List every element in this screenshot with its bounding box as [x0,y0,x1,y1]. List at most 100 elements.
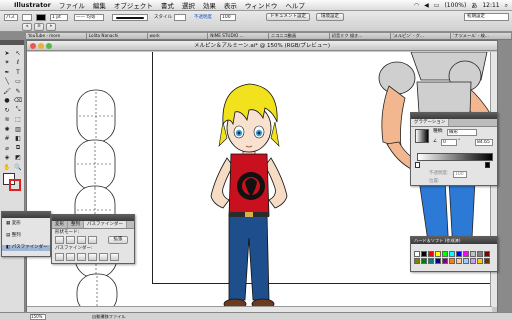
align-panel-button[interactable]: ▤ 整列 [6,233,21,239]
align-right-button[interactable]: ⫸ [46,23,56,31]
gradient-type-select[interactable]: 線形 [447,129,477,136]
color-swatch[interactable] [477,251,483,257]
menu-window[interactable]: ウィンドウ [245,0,278,10]
color-swatch[interactable] [449,258,455,264]
fill-stroke-indicator[interactable] [3,173,22,192]
rotate-tool[interactable]: ↻ [2,105,12,115]
battery-icon[interactable]: ▭ [434,2,440,9]
color-swatch[interactable] [414,251,420,257]
menu-edit[interactable]: 編集 [93,0,106,10]
browser-tab[interactable]: work [147,33,209,39]
document-title-bar[interactable]: メルピン＆アルミーン.ai* @ 150% (RGB/プレビュー) [27,41,497,51]
browser-tab[interactable]: YouTube - more [26,33,87,39]
mesh-tool[interactable]: # [2,134,12,144]
color-swatch[interactable] [428,251,434,257]
align-center-button[interactable]: ≡ [34,23,44,31]
color-swatch[interactable] [456,258,462,264]
volume-icon[interactable]: ◀ [424,2,429,9]
paintbrush-tool[interactable]: 🖌 [2,86,12,96]
color-swatch[interactable] [463,258,469,264]
input-mode-indicator[interactable]: あ [471,1,477,10]
menu-object[interactable]: オブジェクト [114,0,153,10]
unite-button[interactable] [55,236,64,244]
color-swatch[interactable] [470,251,476,257]
gradient-tool[interactable]: ◧ [13,134,23,144]
gradient-preview-swatch[interactable] [415,129,429,143]
direct-selection-tool[interactable]: ↖ [13,48,23,58]
expand-button[interactable]: 拡張 [108,236,128,244]
intersect-button[interactable] [77,236,86,244]
color-swatch[interactable] [470,258,476,264]
clock[interactable]: 12:11 [482,2,499,9]
live-paint-tool[interactable]: ◈ [2,153,12,163]
crop-button[interactable] [88,253,97,261]
body-part-outlines[interactable] [47,52,127,307]
path-selector[interactable]: パス [4,14,18,21]
graphic-style-swatch[interactable] [174,14,186,21]
gradient-angle-field[interactable]: 0 [441,139,457,146]
minimize-window-icon[interactable] [38,43,44,49]
menu-view[interactable]: 表示 [224,0,237,10]
document-setup-button[interactable]: ドキュメント設定 [266,13,310,21]
outline-button[interactable] [99,253,108,261]
merge-button[interactable] [77,253,86,261]
magic-wand-tool[interactable]: ✶ [2,58,12,68]
free-transform-tool[interactable]: ⬚ [13,115,23,125]
color-swatch[interactable] [421,251,427,257]
zoom-level-field[interactable]: 150% [30,314,46,320]
tab-transform[interactable]: 変形 [52,221,68,228]
browser-tab[interactable]: 初音ミク 描き... [329,33,391,39]
blend-tool[interactable]: ⧉ [13,143,23,153]
rectangle-tool[interactable]: ▭ [13,77,23,87]
zoom-tool[interactable]: 🔍 [13,162,23,172]
color-swatch[interactable] [414,258,420,264]
color-swatch[interactable] [449,251,455,257]
opacity-label[interactable]: 不透明度 [194,15,212,21]
wifi-icon[interactable]: ◠ [414,2,419,9]
browser-tab[interactable]: ニコニコ動画 [269,33,330,39]
fill-swatch[interactable] [22,14,32,21]
scale-tool[interactable]: ⤡ [13,105,23,115]
hand-tool[interactable]: ✋ [2,162,12,172]
brush-definition[interactable] [112,14,148,21]
tab-gradient[interactable]: グラデーション [411,119,450,126]
divide-button[interactable] [55,253,64,261]
browser-tab[interactable]: NIME STUDIO ... [208,33,269,39]
transform-panel-button[interactable]: ▦ 変形 [6,221,21,227]
eyedropper-tool[interactable]: ⌀ [2,143,12,153]
zoom-window-icon[interactable] [46,43,52,49]
gradient-location-field[interactable]: 84.65 [475,139,493,146]
align-left-button[interactable]: ⫷ [22,23,32,31]
lasso-tool[interactable]: ℓ [13,58,23,68]
color-swatch[interactable] [442,251,448,257]
selection-tool[interactable]: ➤ [2,48,12,58]
trim-button[interactable] [66,253,75,261]
pencil-tool[interactable]: ✎ [13,86,23,96]
workspace-switcher[interactable]: 初期設定 [464,13,509,21]
minus-back-button[interactable] [110,253,119,261]
browser-tab[interactable]: Lolita Nanachi [86,33,148,39]
slice-tool[interactable]: ◩ [13,153,23,163]
color-swatch[interactable] [435,258,441,264]
color-swatch[interactable] [456,251,462,257]
character-illustration[interactable] [189,68,309,307]
gradient-stop-black[interactable] [485,162,490,168]
tab-pathfinder[interactable]: パスファインダー [84,221,127,228]
eraser-tool[interactable]: ⌫ [13,96,23,106]
menu-select[interactable]: 選択 [182,0,195,10]
tools-panel-header[interactable] [0,40,24,45]
tab-align[interactable]: 整列 [68,221,84,228]
stroke-color-swatch[interactable] [9,179,21,191]
browser-tab[interactable]: 'ナツメール' - 検... [451,33,512,39]
color-swatch[interactable] [463,251,469,257]
line-tool[interactable]: ╲ [2,77,12,87]
pen-tool[interactable]: ✒ [2,67,12,77]
color-swatch[interactable] [484,251,490,257]
menu-help[interactable]: ヘルプ [285,0,305,10]
color-swatch[interactable] [421,258,427,264]
stroke-weight-field[interactable]: 1 pt [50,14,68,21]
pathfinder-panel-button[interactable]: ◧ パスファインダー [2,245,50,251]
warp-tool[interactable]: ≋ [2,115,12,125]
symbol-sprayer-tool[interactable]: ✺ [2,124,12,134]
color-swatch[interactable] [484,258,490,264]
